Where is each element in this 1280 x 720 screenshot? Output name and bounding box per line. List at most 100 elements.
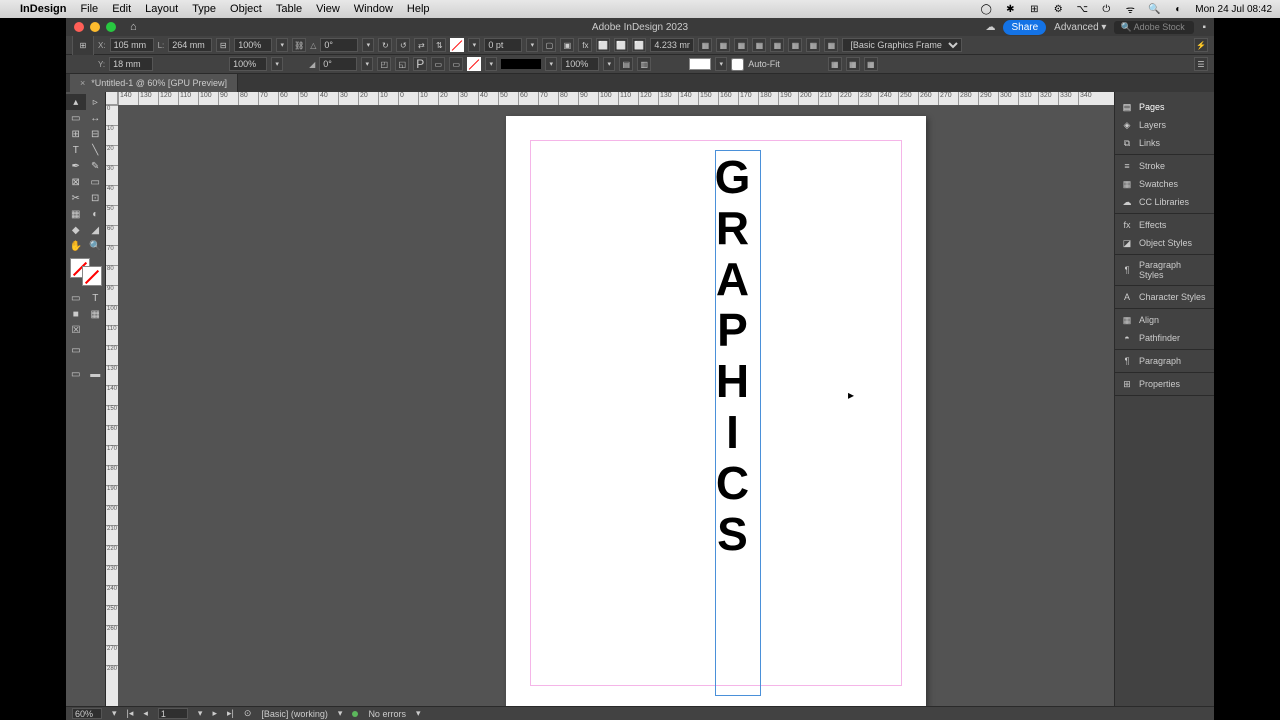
tray-icon[interactable]: ⊞ — [1027, 2, 1041, 16]
fill-stroke-swatch[interactable] — [70, 258, 102, 286]
align-icon[interactable]: ▦ — [824, 38, 838, 52]
note-tool[interactable]: ◆ — [66, 222, 86, 238]
apply-gradient-tool[interactable]: ▦ — [86, 306, 106, 322]
gap-tool[interactable]: ↔ — [86, 110, 106, 126]
content-collector-tool[interactable]: ⊞ — [66, 126, 86, 142]
panel-pathfinder[interactable]: ◓Pathfinder — [1115, 329, 1214, 347]
corner-icon[interactable]: ⬜ — [596, 38, 610, 52]
link-icon[interactable]: ⛓ — [292, 38, 306, 52]
distribute-icon[interactable]: ▦ — [846, 57, 860, 71]
apply-color-tool[interactable]: ■ — [66, 306, 86, 322]
line-tool[interactable]: ╲ — [86, 142, 106, 158]
distribute-icon[interactable]: ▦ — [864, 57, 878, 71]
type-tool[interactable]: T — [66, 142, 86, 158]
style-status[interactable]: [Basic] (working) — [261, 709, 328, 719]
rotate-ccw-icon[interactable]: ↺ — [396, 38, 410, 52]
align-icon[interactable]: ▦ — [716, 38, 730, 52]
zoom-input[interactable] — [72, 708, 102, 719]
menu-help[interactable]: Help — [407, 3, 430, 15]
panel-toggle-icon[interactable]: ▪ — [1202, 22, 1206, 33]
page-input[interactable] — [158, 708, 188, 719]
tray-icon[interactable]: ✱ — [1003, 2, 1017, 16]
cloud-icon[interactable]: ☁ — [985, 22, 995, 33]
l-input[interactable] — [168, 38, 212, 52]
menu-file[interactable]: File — [80, 3, 98, 15]
eyedropper-tool[interactable]: ◢ — [86, 222, 106, 238]
align-icon[interactable]: ▥ — [637, 57, 651, 71]
panel-swatches[interactable]: ▦Swatches — [1115, 175, 1214, 193]
apply-none-tool[interactable]: ☒ — [66, 322, 86, 338]
dropdown-icon[interactable]: ▾ — [468, 38, 480, 52]
gradient-feather-tool[interactable]: ◐ — [86, 206, 106, 222]
workspace-selector[interactable]: Advanced ▾ — [1054, 22, 1106, 33]
corner-radius-input[interactable] — [650, 38, 694, 52]
app-name[interactable]: InDesign — [20, 3, 66, 15]
stroke-style-swatch[interactable] — [501, 59, 541, 69]
document-page[interactable]: GRAPHICS — [506, 116, 926, 706]
menu-window[interactable]: Window — [354, 3, 393, 15]
errors-status[interactable]: No errors — [368, 709, 406, 719]
gradient-tool[interactable]: ▦ — [66, 206, 86, 222]
dropdown-icon[interactable]: ▾ — [603, 57, 615, 71]
view-mode-tool[interactable]: ▭ — [66, 342, 86, 358]
tray-icon[interactable]: ◯ — [979, 2, 993, 16]
zoom-tool[interactable]: 🔍 — [86, 238, 106, 254]
corner-icon[interactable]: ⬜ — [632, 38, 646, 52]
menu-layout[interactable]: Layout — [145, 3, 178, 15]
home-icon[interactable]: ⌂ — [130, 21, 137, 33]
dropdown-icon[interactable]: ▾ — [362, 38, 374, 52]
panel-stroke[interactable]: ≡Stroke — [1115, 157, 1214, 175]
panel-object-styles[interactable]: ◪Object Styles — [1115, 234, 1214, 252]
page-nav-last-icon[interactable]: ▸| — [227, 708, 234, 719]
rectangle-tool[interactable]: ▭ — [86, 174, 106, 190]
quick-apply-icon[interactable]: ⚡ — [1194, 38, 1208, 52]
align-icon[interactable]: ▦ — [752, 38, 766, 52]
close-button[interactable] — [74, 22, 84, 32]
tray-icon[interactable]: ⌥ — [1075, 2, 1089, 16]
distribute-icon[interactable]: ▦ — [828, 57, 842, 71]
tray-icon[interactable]: 🔍 — [1147, 2, 1161, 16]
dropdown-icon[interactable]: ▾ — [485, 57, 497, 71]
tray-icon[interactable]: ⚙ — [1051, 2, 1065, 16]
panel-pages[interactable]: ▤Pages — [1115, 98, 1214, 116]
panel-align[interactable]: ▦Align — [1115, 311, 1214, 329]
panel-effects[interactable]: fxEffects — [1115, 216, 1214, 234]
align-icon[interactable]: ▦ — [770, 38, 784, 52]
format-container-tool[interactable]: ▭ — [66, 290, 86, 306]
corner-icon[interactable]: ⬜ — [614, 38, 628, 52]
preflight-icon[interactable]: ⊙ — [244, 708, 252, 719]
panel-character-styles[interactable]: ACharacter Styles — [1115, 288, 1214, 306]
fit-icon[interactable]: ▭ — [449, 57, 463, 71]
panel-layers[interactable]: ◈Layers — [1115, 116, 1214, 134]
page-nav-first-icon[interactable]: |◂ — [127, 708, 134, 719]
fit-icon[interactable]: P — [413, 57, 427, 71]
dropdown-icon[interactable]: ▾ — [545, 57, 557, 71]
tray-icon[interactable]: ᯤ — [1123, 2, 1137, 16]
canvas-area[interactable]: 1401301201101009080706050403020100102030… — [106, 92, 1114, 706]
menubar-clock[interactable]: Mon 24 Jul 08:42 — [1195, 4, 1272, 15]
select-container-icon[interactable]: ◰ — [377, 57, 391, 71]
object-style-select[interactable]: [Basic Graphics Frame]+ — [842, 38, 962, 52]
scale-y-input[interactable] — [229, 57, 267, 71]
tab-close-icon[interactable]: × — [80, 78, 85, 88]
align-icon[interactable]: ▦ — [788, 38, 802, 52]
format-text-tool[interactable]: T — [86, 290, 106, 306]
scale-x-input[interactable] — [234, 38, 272, 52]
scissors-tool[interactable]: ✂ — [66, 190, 86, 206]
panel-paragraph-styles[interactable]: ¶Paragraph Styles — [1115, 257, 1214, 283]
frame-fitting-swatch[interactable] — [689, 58, 711, 70]
search-stock[interactable]: 🔍 Adobe Stock — [1114, 21, 1194, 34]
pen-tool[interactable]: ✒ — [66, 158, 86, 174]
menu-table[interactable]: Table — [276, 3, 302, 15]
share-button[interactable]: Share — [1003, 20, 1046, 35]
select-content-icon[interactable]: ◱ — [395, 57, 409, 71]
panel-cc-libraries[interactable]: ☁CC Libraries — [1115, 193, 1214, 211]
tray-icon[interactable]: ◐ — [1171, 2, 1185, 16]
fx-icon[interactable]: fx — [578, 38, 592, 52]
minimize-button[interactable] — [90, 22, 100, 32]
dropdown-icon[interactable]: ▾ — [271, 57, 283, 71]
text-wrap-icon[interactable]: ▣ — [560, 38, 574, 52]
autofit-checkbox[interactable] — [731, 58, 744, 71]
menu-object[interactable]: Object — [230, 3, 262, 15]
page-nav-prev-icon[interactable]: ◂ — [143, 708, 148, 719]
